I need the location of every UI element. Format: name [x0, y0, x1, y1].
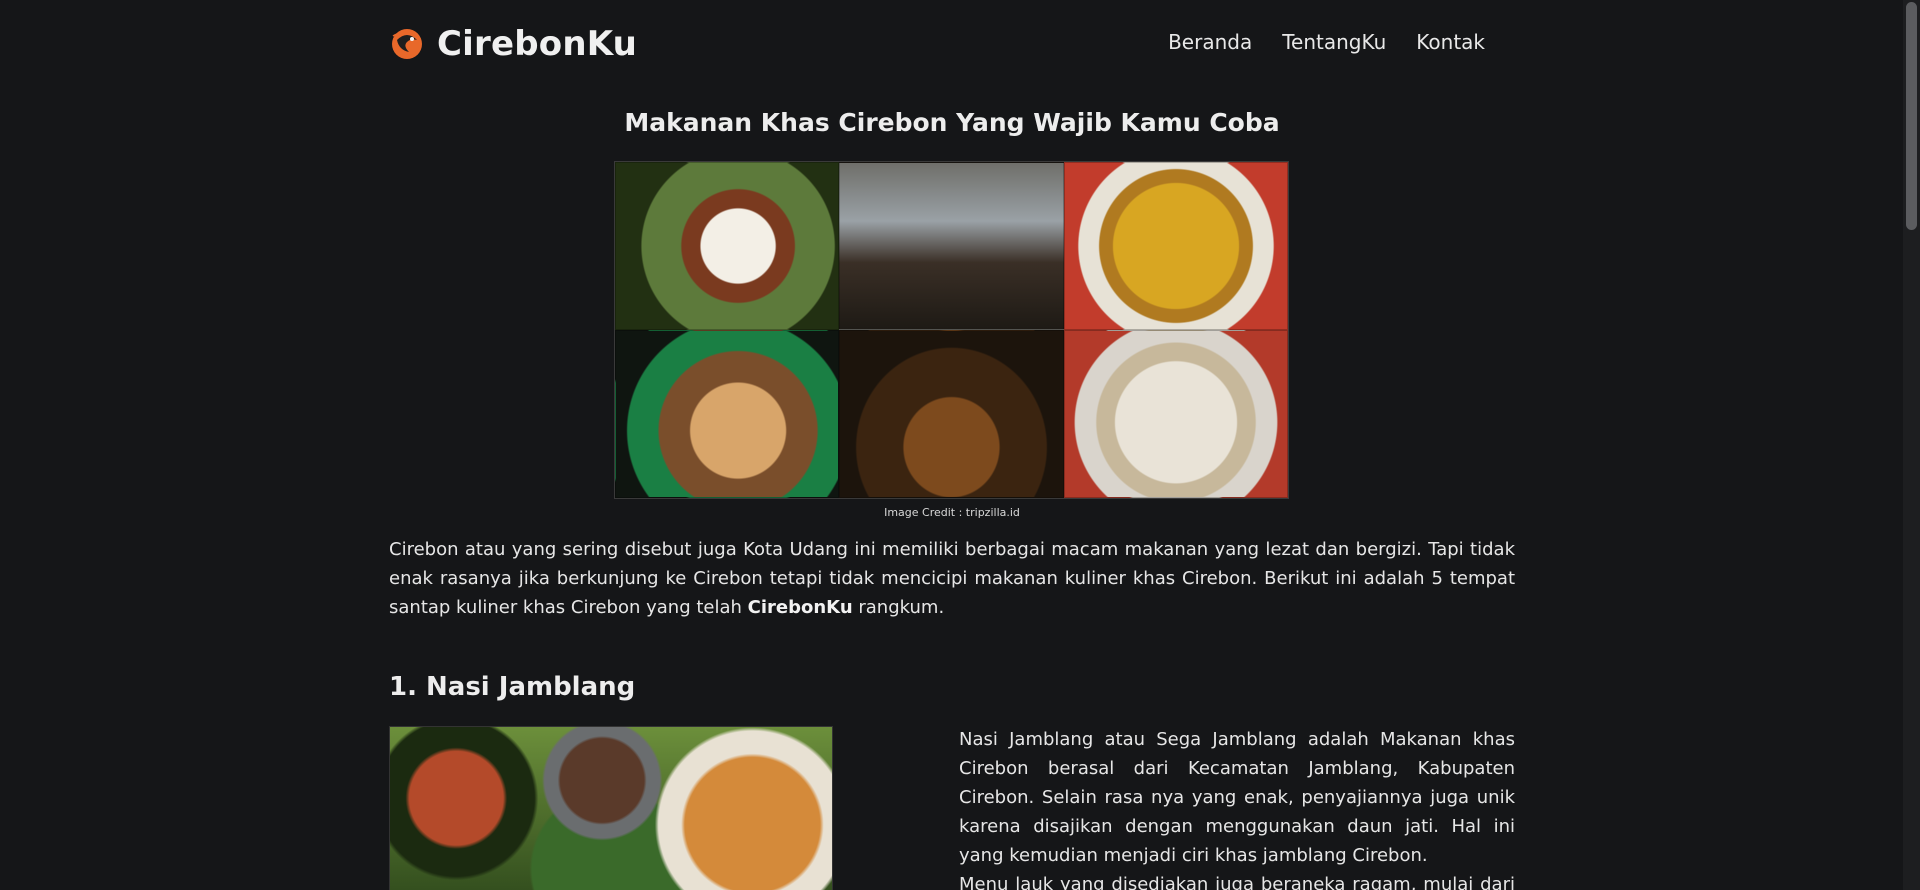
site-header: CirebonKu Beranda TentangKu Kontak	[389, 0, 1515, 88]
vertical-scrollbar[interactable]	[1903, 0, 1920, 890]
collage-tile-docang	[1063, 330, 1288, 498]
nasi-jamblang-image	[389, 726, 833, 890]
collage-tile-empal-gentong	[1063, 162, 1288, 330]
logo[interactable]: CirebonKu	[389, 24, 637, 64]
scrollbar-thumb[interactable]	[1906, 2, 1917, 230]
intro-text-start: Cirebon atau yang sering disebut juga Ko…	[389, 539, 1515, 618]
collage-tile-vendor	[839, 162, 1064, 330]
page-title: Makanan Khas Cirebon Yang Wajib Kamu Cob…	[624, 108, 1280, 137]
description-paragraph: Menu lauk yang disediakan juga beraneka …	[959, 874, 1515, 890]
intro-brand: CirebonKu	[747, 597, 853, 618]
nav-link-kontak[interactable]: Kontak	[1416, 30, 1485, 54]
nav-link-tentangku[interactable]: TentangKu	[1282, 30, 1386, 54]
collage-tile-grilled-meat	[839, 330, 1064, 498]
nav-link-beranda[interactable]: Beranda	[1168, 30, 1252, 54]
intro-text-end: rangkum.	[852, 597, 945, 618]
nasi-jamblang-description: Nasi Jamblang atau Sega Jamblang adalah …	[959, 725, 1515, 890]
collage-tile-tahu-gejrot	[615, 330, 840, 498]
image-credit: Image Credit : tripzilla.id	[884, 506, 1020, 519]
page: CirebonKu Beranda TentangKu Kontak Makan…	[0, 0, 1920, 890]
section-title-nasi-jamblang: 1. Nasi Jamblang	[389, 672, 636, 702]
collage-tile-nasi-jamblang	[615, 162, 840, 330]
main-nav: Beranda TentangKu Kontak	[1168, 30, 1485, 54]
description-paragraph: Nasi Jamblang atau Sega Jamblang adalah …	[959, 729, 1515, 866]
food-collage-image	[614, 161, 1289, 499]
shrimp-logo-icon	[392, 29, 422, 59]
brand-name: CirebonKu	[437, 24, 638, 64]
intro-paragraph: Cirebon atau yang sering disebut juga Ko…	[389, 535, 1515, 622]
